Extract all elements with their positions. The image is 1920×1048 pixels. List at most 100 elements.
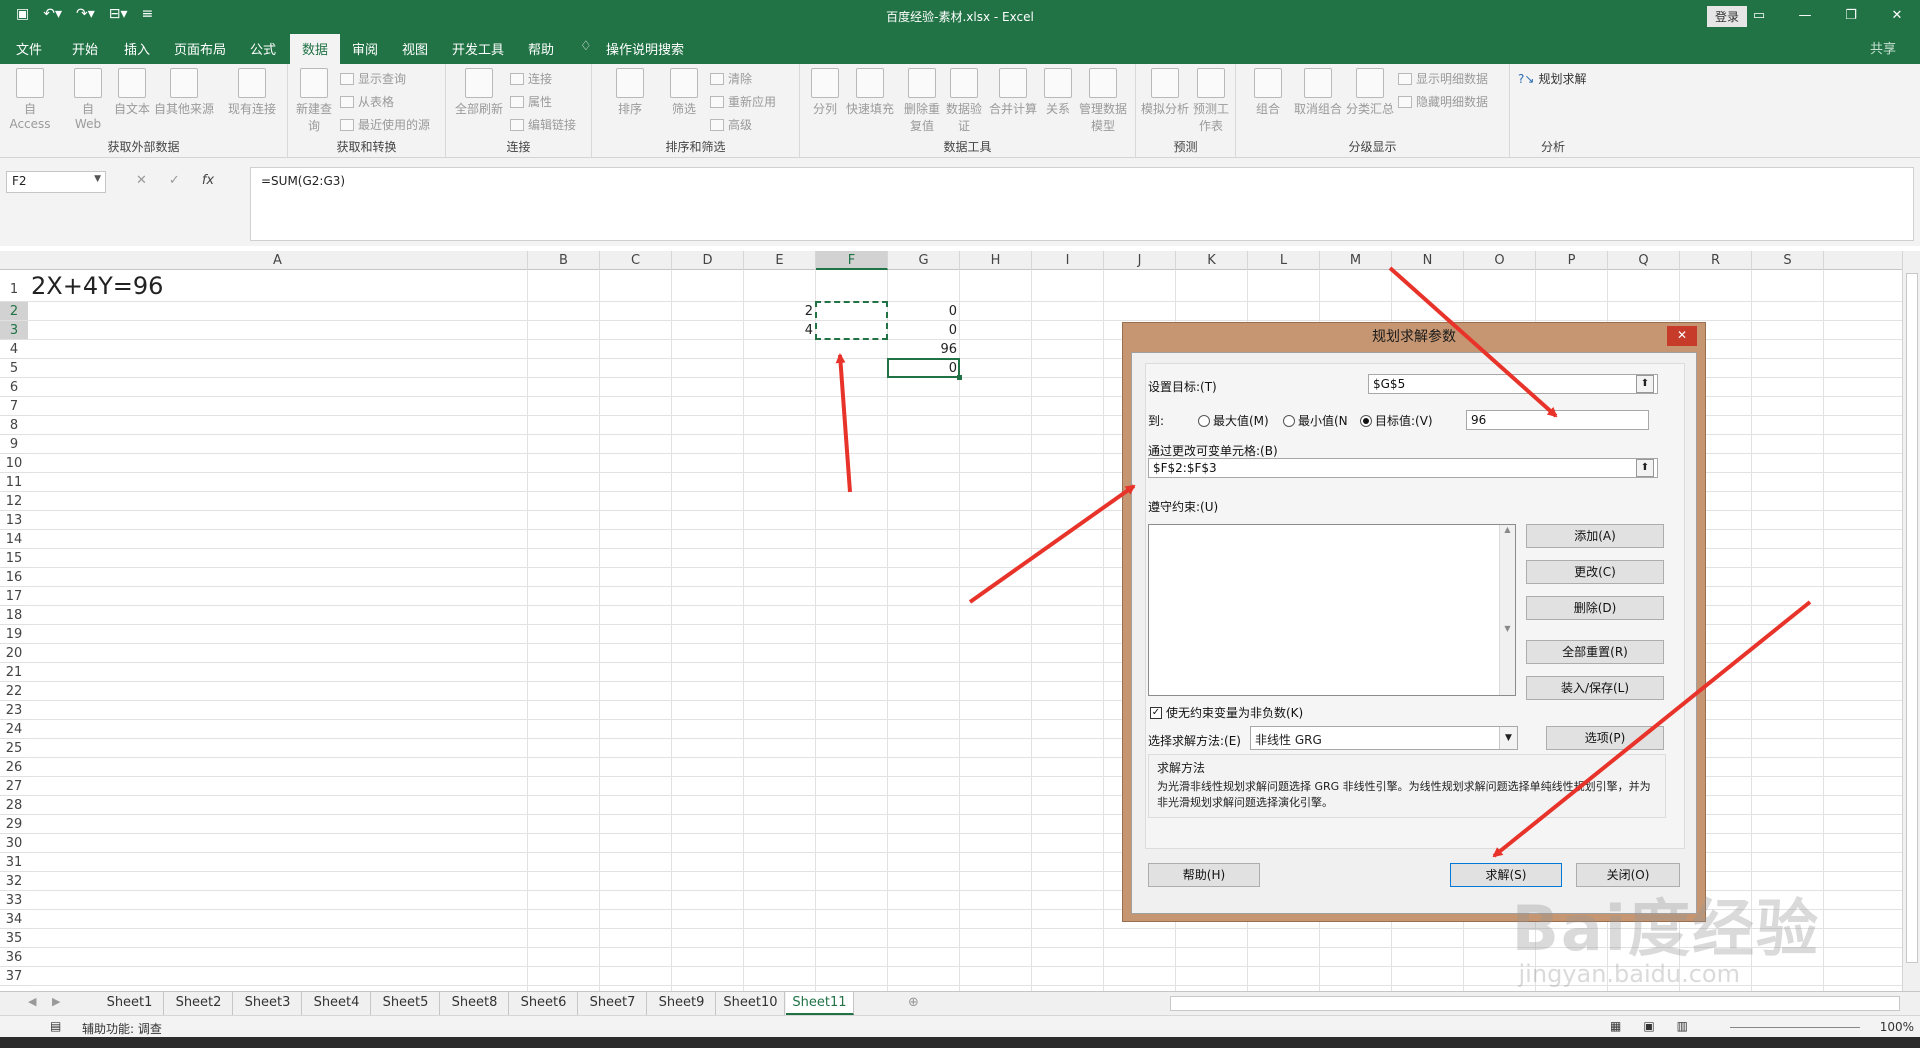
row-header-22[interactable]: 22 [0, 682, 28, 701]
radio-min[interactable]: 最小值(N [1283, 412, 1348, 429]
row-header-5[interactable]: 5 [0, 359, 28, 378]
close-window-icon[interactable]: ✕ [1874, 0, 1920, 30]
forecast-sheet-button[interactable]: 预测工作表 [1190, 68, 1232, 134]
radio-max[interactable]: 最大值(M) [1198, 412, 1269, 429]
row-header-34[interactable]: 34 [0, 910, 28, 929]
row-header-37[interactable]: 37 [0, 967, 28, 986]
row-header-36[interactable]: 36 [0, 948, 28, 967]
load-save-button[interactable]: 装入/保存(L) [1526, 676, 1664, 700]
method-select[interactable]: 非线性 GRG ▼ [1250, 726, 1518, 750]
share-button[interactable]: 共享 [1870, 38, 1896, 57]
column-header-o[interactable]: O [1464, 251, 1536, 270]
row-header-26[interactable]: 26 [0, 758, 28, 777]
tab-insert[interactable]: 插入 [124, 39, 150, 58]
edit-links-button[interactable]: 编辑链接 [510, 116, 576, 133]
view-buttons[interactable]: ▦▣▥ [1610, 1019, 1710, 1033]
zoom-level[interactable]: 100% [1880, 1020, 1914, 1034]
row-header-10[interactable]: 10 [0, 454, 28, 473]
minimize-icon[interactable]: — [1782, 0, 1828, 30]
constraints-list[interactable]: ▲ ▼ [1148, 524, 1516, 696]
sheet-tab-sheet11[interactable]: Sheet11 [786, 992, 854, 1015]
sheet-tab-sheet4[interactable]: Sheet4 [303, 992, 371, 1015]
cell-e3[interactable]: 4 [747, 321, 813, 340]
sheet-tab-sheet8[interactable]: Sheet8 [441, 992, 509, 1015]
zoom-slider[interactable] [1730, 1027, 1860, 1028]
reapply-button[interactable]: 重新应用 [710, 93, 776, 110]
filter-button[interactable]: 筛选 [666, 68, 702, 117]
properties-button[interactable]: 属性 [510, 93, 552, 110]
column-header-b[interactable]: B [528, 251, 600, 270]
row-header-8[interactable]: 8 [0, 416, 28, 435]
from-web-button[interactable]: 自 Web [68, 68, 108, 131]
subtotal-button[interactable]: 分类汇总 [1344, 68, 1396, 117]
row-header-21[interactable]: 21 [0, 663, 28, 682]
row-header-32[interactable]: 32 [0, 872, 28, 891]
show-queries-button[interactable]: 显示查询 [340, 70, 406, 87]
options-button[interactable]: 选项(P) [1546, 726, 1664, 750]
name-box[interactable]: F2 ▼ [6, 171, 106, 193]
solver-button[interactable]: ?↘ 规划求解 [1518, 70, 1586, 87]
row-header-1[interactable]: 1 [0, 270, 28, 302]
cell-e2[interactable]: 2 [747, 302, 813, 321]
row-header-19[interactable]: 19 [0, 625, 28, 644]
sheet-tab-sheet3[interactable]: Sheet3 [234, 992, 302, 1015]
from-other-sources-button[interactable]: 自其他来源 [154, 68, 214, 117]
column-header-l[interactable]: L [1248, 251, 1320, 270]
row-header-33[interactable]: 33 [0, 891, 28, 910]
clear-button[interactable]: 清除 [710, 70, 752, 87]
tab-home[interactable]: 开始 [72, 39, 98, 58]
column-header-i[interactable]: I [1032, 251, 1104, 270]
row-header-14[interactable]: 14 [0, 530, 28, 549]
row-header-27[interactable]: 27 [0, 777, 28, 796]
insert-function-icon[interactable]: fx [202, 173, 214, 188]
close-icon[interactable]: ✕ [1667, 326, 1697, 346]
sheet-tab-sheet7[interactable]: Sheet7 [579, 992, 647, 1015]
column-header-p[interactable]: P [1536, 251, 1608, 270]
consolidate-button[interactable]: 合并计算 [988, 68, 1038, 117]
chevron-down-icon[interactable]: ▼ [94, 174, 101, 184]
from-text-button[interactable]: 自文本 [110, 68, 154, 117]
tell-me-search[interactable]: 操作说明搜索 [606, 39, 684, 58]
refresh-all-button[interactable]: 全部刷新 [454, 68, 504, 117]
row-header-28[interactable]: 28 [0, 796, 28, 815]
sheet-tab-sheet9[interactable]: Sheet9 [648, 992, 716, 1015]
accessibility-status[interactable]: 辅助功能: 调查 [82, 1020, 162, 1037]
recent-sources-button[interactable]: 最近使用的源 [340, 116, 430, 133]
manage-data-model-button[interactable]: 管理数据模型 [1078, 68, 1128, 134]
tab-file[interactable]: 文件 [16, 39, 42, 58]
record-macro-icon[interactable]: ▤ [50, 1019, 61, 1033]
row-header-23[interactable]: 23 [0, 701, 28, 720]
collapse-dialog-icon[interactable]: ⬆ [1636, 459, 1654, 477]
tab-formulas[interactable]: 公式 [250, 39, 276, 58]
show-detail-button[interactable]: 显示明细数据 [1398, 70, 1488, 87]
row-header-3[interactable]: 3 [0, 321, 28, 340]
sheet-tab-sheet1[interactable]: Sheet1 [96, 992, 164, 1015]
row-header-16[interactable]: 16 [0, 568, 28, 587]
chevron-down-icon[interactable]: ▼ [1499, 727, 1517, 749]
sheet-tab-sheet2[interactable]: Sheet2 [165, 992, 233, 1015]
column-header-s[interactable]: S [1752, 251, 1824, 270]
column-header-h[interactable]: H [960, 251, 1032, 270]
reset-all-button[interactable]: 全部重置(R) [1526, 640, 1664, 664]
flash-fill-button[interactable]: 快速填充 [844, 68, 896, 117]
row-header-15[interactable]: 15 [0, 549, 28, 568]
ungroup-button[interactable]: 取消组合 [1292, 68, 1344, 117]
set-objective-field[interactable]: $G$5 [1368, 374, 1658, 394]
prev-sheet-icon[interactable]: ◀ [28, 995, 36, 1008]
scroll-thumb[interactable] [1906, 273, 1918, 963]
formula-input[interactable]: =SUM(G2:G3) [250, 167, 1914, 241]
data-validation-button[interactable]: 数据验证 [944, 68, 984, 134]
tab-help[interactable]: 帮助 [528, 39, 554, 58]
radio-value-of[interactable]: 目标值:(V) [1360, 412, 1433, 429]
collapse-dialog-icon[interactable]: ⬆ [1636, 375, 1654, 393]
column-header-g[interactable]: G [888, 251, 960, 270]
column-header-k[interactable]: K [1176, 251, 1248, 270]
row-header-4[interactable]: 4 [0, 340, 28, 359]
relationships-button[interactable]: 关系 [1040, 68, 1076, 117]
column-header-n[interactable]: N [1392, 251, 1464, 270]
add-constraint-button[interactable]: 添加(A) [1526, 524, 1664, 548]
what-if-button[interactable]: 模拟分析 [1140, 68, 1190, 117]
hide-detail-button[interactable]: 隐藏明细数据 [1398, 93, 1488, 110]
row-header-24[interactable]: 24 [0, 720, 28, 739]
column-header-d[interactable]: D [672, 251, 744, 270]
